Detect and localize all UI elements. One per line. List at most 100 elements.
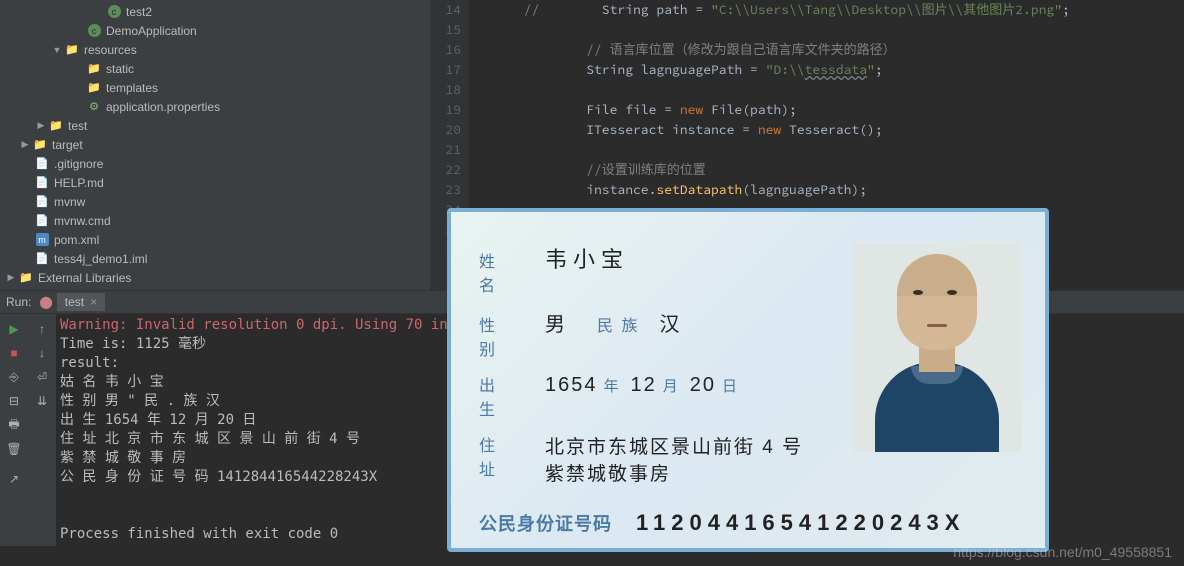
scroll-down-button[interactable]: ↓ <box>31 342 53 364</box>
code-line[interactable]: String lagnguagePath = "D:\\tessdata"; <box>477 60 1184 80</box>
properties-icon: ⚙ <box>86 99 102 115</box>
id-label-addr: 住 址 <box>479 432 539 480</box>
stop-button[interactable]: ■ <box>3 342 25 364</box>
tree-item-tess4j-demo1-iml[interactable]: 📄tess4j_demo1.iml <box>0 249 430 268</box>
gutter-line: 22 <box>431 160 461 180</box>
file-icon: 📄 <box>4 289 20 291</box>
gutter-line: 16 <box>431 40 461 60</box>
tree-item-external-libraries[interactable]: ▶📁 External Libraries <box>0 268 430 287</box>
tree-item-demoapplication[interactable]: c DemoApplication <box>0 21 430 40</box>
tree-label: test <box>68 119 87 133</box>
code-line[interactable]: File file = new File(path); <box>477 100 1184 120</box>
gutter-line: 20 <box>431 120 461 140</box>
tree-item-scratches-and-consoles[interactable]: 📄 Scratches and Consoles <box>0 287 430 290</box>
tree-item-mvnw[interactable]: 📄 mvnw <box>0 192 430 211</box>
id-card-image: 姓 名 韦小宝 性 别 男 民 族 汉 出 生 1654 年 12 月 20 日… <box>447 208 1049 552</box>
id-value-sex: 男 <box>545 308 567 337</box>
tree-label: templates <box>106 81 158 95</box>
code-line[interactable]: // String path = "C:\\Users\\Tang\\Deskt… <box>477 0 1184 20</box>
chevron-icon[interactable]: ▼ <box>50 45 64 55</box>
id-value-birth-d: 20 <box>690 374 716 397</box>
maven-icon: m <box>36 233 49 246</box>
code-line[interactable]: instance.setDatapath(lagnguagePath); <box>477 180 1184 200</box>
class-icon: c <box>88 24 101 37</box>
scroll-end-button[interactable]: ⇊ <box>31 390 53 412</box>
gutter-line: 19 <box>431 100 461 120</box>
chevron-icon[interactable]: ▶ <box>18 139 32 150</box>
id-photo <box>853 242 1021 452</box>
tree-label: application.properties <box>106 100 220 114</box>
tree-label: DemoApplication <box>106 24 197 38</box>
tree-item-resources[interactable]: ▼📁resources <box>0 40 430 59</box>
id-unit-year: 年 <box>604 375 619 396</box>
gutter-line: 15 <box>431 20 461 40</box>
id-label-nation: 民 族 <box>597 312 639 336</box>
delete-button[interactable]: 🗑 <box>3 438 25 460</box>
tree-item-test[interactable]: ▶📁 test <box>0 116 430 135</box>
tree-item-pom-xml[interactable]: m pom.xml <box>0 230 430 249</box>
folder-icon: 📁 <box>48 118 64 134</box>
tree-label: pom.xml <box>54 233 99 247</box>
tree-label: .gitignore <box>54 157 103 171</box>
tree-label: External Libraries <box>38 271 131 285</box>
layout-button[interactable]: ⊟ <box>3 390 25 412</box>
id-label-birth: 出 生 <box>479 372 539 420</box>
id-value-birth-y: 1654 <box>545 374 598 397</box>
tree-label: Scratches and Consoles <box>24 290 154 291</box>
softwrap-button[interactable]: ⏎ <box>31 366 53 388</box>
tree-item-target[interactable]: ▶📁target <box>0 135 430 154</box>
gutter-line: 18 <box>431 80 461 100</box>
gutter-line: 23 <box>431 180 461 200</box>
class-icon: c <box>108 5 121 18</box>
tree-label: static <box>106 62 134 76</box>
folder-icon: 📁 <box>32 137 48 153</box>
id-label-sex: 性 别 <box>479 312 539 360</box>
gutter-line: 21 <box>431 140 461 160</box>
id-unit-day: 日 <box>722 375 737 396</box>
chevron-icon[interactable]: ▶ <box>4 272 18 283</box>
code-line[interactable]: // 语言库位置（修改为跟自己语言库文件夹的路径） <box>477 40 1184 60</box>
code-line[interactable] <box>477 20 1184 40</box>
debug-button[interactable]: ⎆ <box>3 366 25 388</box>
tree-item-mvnw-cmd[interactable]: 📄mvnw.cmd <box>0 211 430 230</box>
close-icon[interactable]: × <box>90 295 97 309</box>
folder-icon: 📁 <box>86 80 102 96</box>
id-label-number: 公民身份证号码 <box>479 510 612 536</box>
print-button[interactable]: 🖶 <box>3 414 25 436</box>
run-tab[interactable]: test × <box>57 293 105 311</box>
pin-button[interactable]: ↗ <box>3 468 25 490</box>
tree-item-static[interactable]: 📁 static <box>0 59 430 78</box>
code-line[interactable] <box>477 80 1184 100</box>
tree-label: resources <box>84 43 137 57</box>
tree-item-help-md[interactable]: 📄HELP.md <box>0 173 430 192</box>
rerun-button[interactable]: ▶ <box>3 318 25 340</box>
scroll-up-button[interactable]: ↑ <box>31 318 53 340</box>
gutter-line: 17 <box>431 60 461 80</box>
folder-icon: 📁 <box>18 270 34 286</box>
id-value-nation: 汉 <box>659 308 681 337</box>
code-line[interactable] <box>477 140 1184 160</box>
code-line[interactable]: ITesseract instance = new Tesseract(); <box>477 120 1184 140</box>
tree-item-application-properties[interactable]: ⚙ application.properties <box>0 97 430 116</box>
project-tree[interactable]: ctest2cDemoApplication▼📁resources📁static… <box>0 0 431 290</box>
tree-label: mvnw <box>54 195 85 209</box>
tree-label: tess4j_demo1.iml <box>54 252 147 266</box>
tree-item--gitignore[interactable]: 📄 .gitignore <box>0 154 430 173</box>
id-value-number: 11204416541220243X <box>636 510 965 536</box>
file-icon: 📄 <box>34 194 50 210</box>
file-icon: 📄 <box>34 156 50 172</box>
file-icon: 📄 <box>34 175 50 191</box>
file-icon: 📄 <box>34 213 50 229</box>
code-line[interactable]: //设置训练库的位置 <box>477 160 1184 180</box>
id-value-name: 韦小宝 <box>545 242 629 274</box>
tree-item-test2[interactable]: ctest2 <box>0 2 430 21</box>
run-tab-icon: ⬤ <box>39 295 52 309</box>
chevron-icon[interactable]: ▶ <box>34 120 48 131</box>
folder-icon: 📁 <box>86 61 102 77</box>
gutter-line: 14 <box>431 0 461 20</box>
run-toolbar-left2: ↑ ↓ ⏎ ⇊ <box>28 314 56 546</box>
id-value-addr2: 紫禁城敬事房 <box>545 464 671 485</box>
tree-item-templates[interactable]: 📁 templates <box>0 78 430 97</box>
id-label-name: 姓 名 <box>479 248 539 296</box>
id-value-birth-m: 12 <box>631 374 657 397</box>
